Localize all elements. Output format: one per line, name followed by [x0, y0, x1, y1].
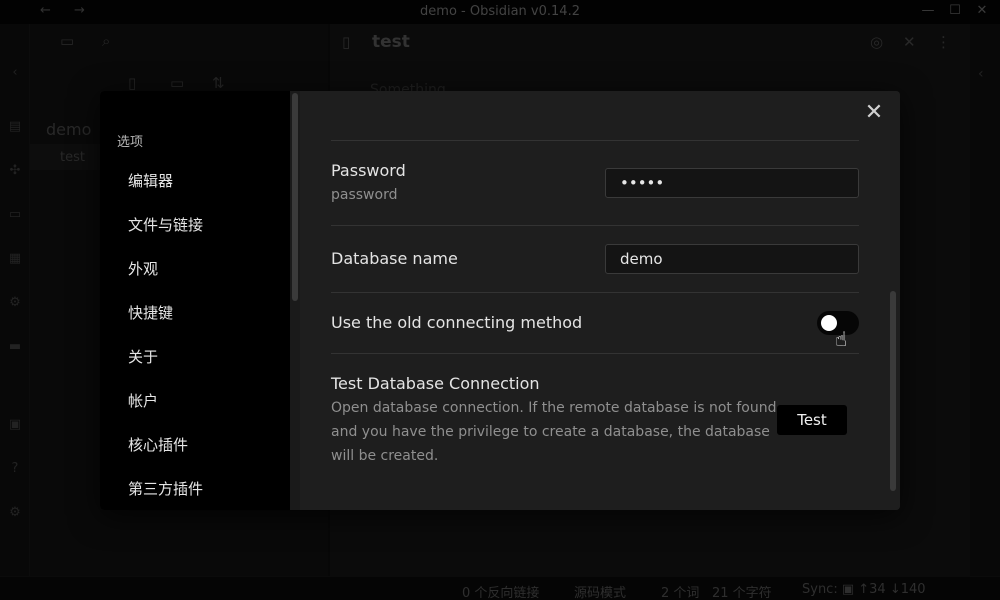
divider	[331, 140, 859, 141]
password-setting-name: Password	[331, 161, 406, 180]
divider	[331, 353, 859, 354]
content-scrollbar-thumb[interactable]	[890, 291, 896, 491]
close-icon[interactable]: ✕	[863, 102, 885, 124]
nav-item-appearance[interactable]: 外观	[128, 258, 158, 279]
test-connection-desc-line-2: and you have the privilege to create a d…	[331, 424, 770, 440]
nav-item-about[interactable]: 关于	[128, 346, 158, 367]
nav-item-account[interactable]: 帐户	[128, 390, 158, 411]
test-connection-desc-line-1: Open database connection. If the remote …	[331, 400, 777, 416]
settings-content: ✕ Password password Database name Use th…	[300, 91, 900, 510]
nav-item-core-plugins[interactable]: 核心插件	[128, 434, 188, 455]
nav-item-hotkeys[interactable]: 快捷键	[128, 302, 173, 323]
test-connection-desc-line-3: will be created.	[331, 448, 439, 464]
password-field[interactable]	[605, 168, 859, 198]
nav-item-files-links[interactable]: 文件与链接	[128, 214, 203, 235]
nav-item-community-plugins[interactable]: 第三方插件	[128, 478, 203, 499]
database-name-field[interactable]	[605, 244, 859, 274]
database-name-setting-name: Database name	[331, 249, 458, 268]
sidebar-scrollbar-thumb[interactable]	[292, 93, 298, 301]
hand-cursor-icon: ☝	[835, 327, 848, 351]
nav-item-editor[interactable]: 编辑器	[128, 170, 173, 191]
settings-sidebar: 选项 编辑器 文件与链接 外观 快捷键 关于 帐户 核心插件 第三方插件	[100, 91, 300, 510]
divider	[331, 225, 859, 226]
settings-sidebar-heading: 选项	[117, 135, 144, 150]
test-button[interactable]: Test	[777, 405, 847, 435]
old-connecting-setting-name: Use the old connecting method	[331, 313, 583, 332]
test-connection-setting-name: Test Database Connection	[331, 374, 540, 393]
password-setting-desc: password	[331, 187, 398, 203]
divider	[331, 292, 859, 293]
settings-modal: 选项 编辑器 文件与链接 外观 快捷键 关于 帐户 核心插件 第三方插件 ✕ P…	[100, 91, 900, 510]
